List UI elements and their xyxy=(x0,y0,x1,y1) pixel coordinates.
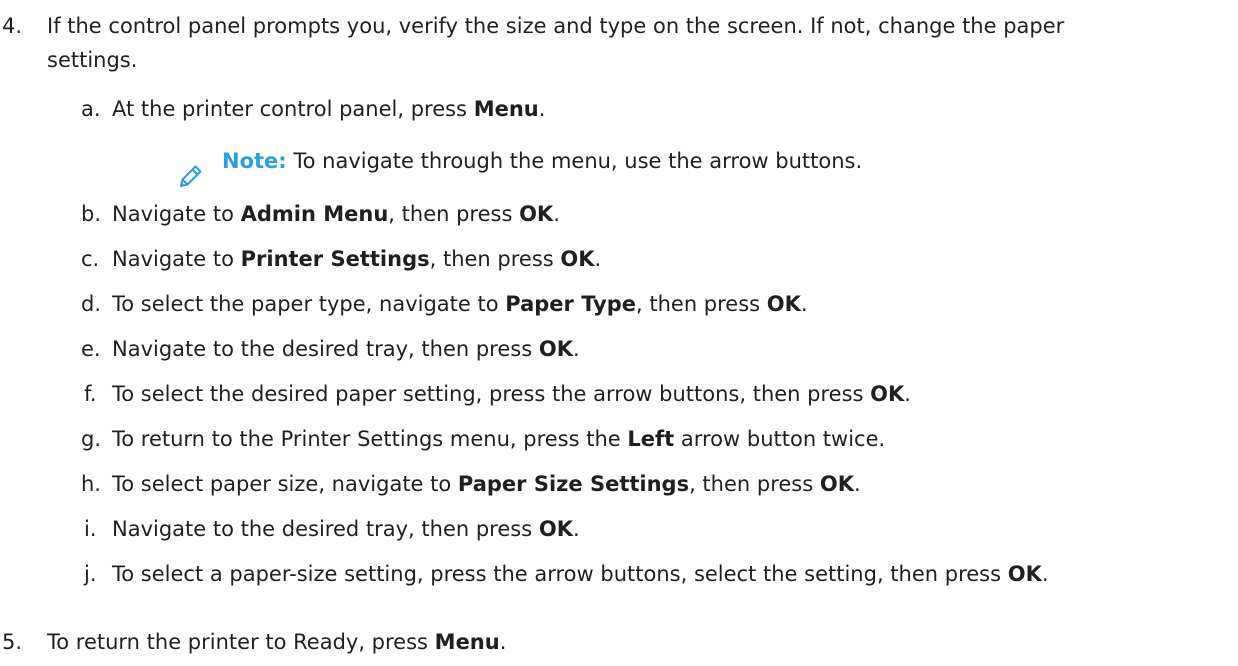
text-segment: To return to the Printer Settings menu, … xyxy=(112,427,628,451)
document-page: 4. If the control panel prompts you, ver… xyxy=(0,0,1238,666)
text-segment: . xyxy=(1041,562,1049,586)
bold-term: Paper Size Settings xyxy=(457,472,690,496)
substep-letter: g. xyxy=(81,427,102,451)
text-segment: . xyxy=(572,337,580,361)
text-segment: To select paper size, navigate to xyxy=(112,472,458,496)
text-segment: To select a paper-size setting, press th… xyxy=(112,562,1008,586)
text-segment: Navigate to the desired tray, then press xyxy=(112,517,539,541)
substep-text: Navigate to the desired tray, then press… xyxy=(112,335,580,363)
text-segment: , then press xyxy=(429,247,561,271)
substep-text: Navigate to Admin Menu, then press OK. xyxy=(112,200,560,228)
text-segment: Navigate to xyxy=(112,202,241,226)
step-number: 5. xyxy=(2,630,23,654)
substep-letter: c. xyxy=(81,247,100,271)
bold-term: Admin Menu xyxy=(240,202,389,226)
substep-text: Navigate to Printer Settings, then press… xyxy=(112,245,601,273)
text-segment: To select the desired paper setting, pre… xyxy=(112,382,871,406)
pencil-icon xyxy=(180,165,202,187)
substep-text: To select the paper type, navigate to Pa… xyxy=(112,290,808,318)
text-segment: At the printer control panel, press xyxy=(112,97,474,121)
step-number: 4. xyxy=(2,14,23,38)
substep-text: To select the desired paper setting, pre… xyxy=(112,380,911,408)
substep-letter: j. xyxy=(84,562,97,586)
bold-term: OK xyxy=(870,382,905,406)
bold-term: OK xyxy=(766,292,801,316)
bold-term: OK xyxy=(538,337,573,361)
substep-letter: b. xyxy=(81,202,102,226)
step-text: If the control panel prompts you, verify… xyxy=(47,14,1065,38)
substep-letter: h. xyxy=(81,472,101,496)
text-segment: . xyxy=(553,202,560,226)
bold-term: Left xyxy=(627,427,675,451)
bold-term: Menu xyxy=(434,630,500,654)
substep-text: To select paper size, navigate to Paper … xyxy=(112,470,861,498)
step-text: settings. xyxy=(47,48,138,72)
substep-letter: i. xyxy=(84,517,97,541)
bold-term: OK xyxy=(819,472,854,496)
substep-letter: a. xyxy=(81,97,101,121)
note-text: Note: To navigate through the menu, use … xyxy=(222,147,862,175)
text-segment: . xyxy=(499,630,507,654)
text-segment: , then press xyxy=(689,472,820,496)
bold-term: Printer Settings xyxy=(240,247,430,271)
note-label: Note: xyxy=(222,149,287,173)
text-segment: . xyxy=(538,97,546,121)
note-body: To navigate through the menu, use the ar… xyxy=(286,149,863,173)
substep-text: At the printer control panel, press Menu… xyxy=(112,95,545,123)
bold-term: OK xyxy=(1007,562,1042,586)
text-segment: Navigate to the desired tray, then press xyxy=(112,337,539,361)
text-segment: , then press xyxy=(388,202,520,226)
substep-letter: d. xyxy=(81,292,102,316)
text-segment: . xyxy=(904,382,911,406)
text-segment: , then press xyxy=(636,292,767,316)
substep-text: To return to the Printer Settings menu, … xyxy=(112,425,885,453)
text-segment: Navigate to xyxy=(112,247,241,271)
bold-term: OK xyxy=(519,202,554,226)
bold-term: OK xyxy=(538,517,573,541)
text-segment: To return the printer to Ready, press xyxy=(47,630,435,654)
text-segment: . xyxy=(853,472,861,496)
bold-term: OK xyxy=(560,247,595,271)
bold-term: Menu xyxy=(473,97,539,121)
substep-text: Navigate to the desired tray, then press… xyxy=(112,515,580,543)
bold-term: Paper Type xyxy=(505,292,636,316)
step-text: To return the printer to Ready, press Me… xyxy=(47,628,506,656)
text-segment: arrow button twice. xyxy=(674,427,886,451)
text-segment: . xyxy=(800,292,808,316)
substep-text: To select a paper-size setting, press th… xyxy=(112,560,1049,588)
substep-letter: e. xyxy=(81,337,101,361)
substep-letter: f. xyxy=(84,382,97,406)
text-segment: To select the paper type, navigate to xyxy=(112,292,506,316)
text-segment: . xyxy=(572,517,580,541)
text-segment: . xyxy=(594,247,602,271)
